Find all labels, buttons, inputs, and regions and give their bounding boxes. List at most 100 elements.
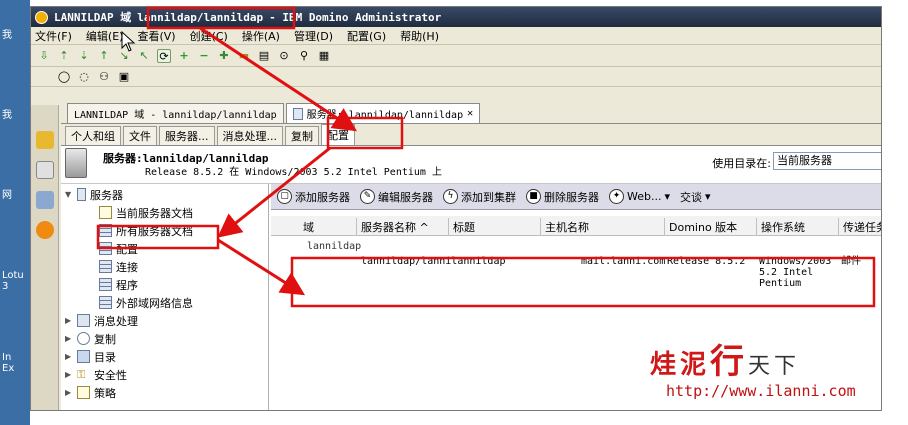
menu-admin[interactable]: 管理(D) — [294, 28, 333, 44]
tree-label: 配置 — [116, 242, 138, 256]
title-app: - IBM Domino Administrator — [269, 10, 442, 24]
tree-label: 安全性 — [94, 368, 127, 382]
column-os[interactable]: 操作系统 — [757, 218, 839, 236]
refresh-icon[interactable]: ⟳ — [157, 48, 171, 63]
watermark-logo: 烓泥行天下 — [650, 334, 800, 383]
collapse-icon[interactable]: − — [197, 49, 211, 63]
table-row[interactable]: lannildap/lannilannildap mail.lanni.com … — [301, 254, 881, 294]
document-icon — [99, 206, 112, 219]
edit-server-button[interactable]: ✎ 编辑服务器 — [360, 189, 433, 205]
replication-icon — [77, 332, 90, 345]
tree-programs[interactable]: 程序 — [99, 276, 138, 293]
binoculars-icon[interactable]: ⊙ — [277, 49, 291, 63]
tree-label: 程序 — [116, 278, 138, 292]
view-icon — [99, 242, 112, 255]
tab-people-groups[interactable]: 个人和组 — [65, 126, 121, 145]
view-icon — [99, 224, 112, 237]
properties-icon[interactable]: ▦ — [317, 49, 331, 63]
key-icon: ⚿ — [77, 368, 86, 381]
search-icon[interactable]: ⚲ — [297, 49, 311, 63]
action-label: 删除服务器 — [544, 190, 599, 204]
tree-servers[interactable]: ▼ 服务器 — [65, 186, 123, 203]
action-label: 添加服务器 — [295, 190, 350, 204]
watermark-text: 行 — [710, 342, 749, 382]
tab-domain-label: LANNILDAP 域 - lannildap/lannildap — [74, 110, 277, 121]
tree-label: 当前服务器文档 — [116, 206, 193, 220]
expanded-icon: ▼ — [65, 190, 72, 199]
tree-label: 消息处理 — [94, 314, 138, 328]
lightning-icon: ϟ — [443, 189, 458, 204]
add-server-button[interactable]: ▢ 添加服务器 — [277, 189, 350, 205]
tree-security[interactable]: ▶ ⚿ 安全性 — [65, 366, 127, 383]
column-host-name[interactable]: 主机名称 — [541, 218, 665, 236]
tab-server[interactable]: 服务器: lannildap/lannildap ✕ — [285, 103, 481, 123]
column-domino-version[interactable]: Domino 版本 — [665, 218, 757, 236]
download-icon[interactable]: ⇩ — [37, 49, 51, 63]
close-icon[interactable]: ✕ — [467, 108, 473, 119]
forward-icon[interactable]: ↘ — [117, 49, 131, 63]
cell-os: Windows/2003 5.2 Intel Pentium — [759, 256, 832, 289]
move-top-icon[interactable]: ⇡ — [57, 49, 71, 63]
menu-help[interactable]: 帮助(H) — [400, 28, 439, 44]
toolbar-secondary: ◯ ◌ ⚇ ▣ — [31, 67, 881, 87]
tree-external-domain[interactable]: 外部域网络信息 — [99, 294, 193, 311]
chat-button[interactable]: 交谈 ▾ — [680, 189, 711, 205]
menu-config[interactable]: 配置(G) — [347, 28, 386, 44]
discussion-icon[interactable]: ◌ — [77, 70, 91, 84]
menu-edit[interactable]: 编辑(E) — [86, 28, 124, 44]
move-up-icon[interactable]: ↑ — [97, 49, 111, 63]
tab-messaging[interactable]: 消息处理... — [216, 126, 283, 145]
web-button[interactable]: ✦ Web... ▾ — [609, 189, 670, 204]
directory-label: 使用目录在: — [712, 157, 771, 170]
menu-create[interactable]: 创建(C) — [190, 28, 228, 44]
document-icon[interactable] — [36, 161, 54, 179]
menu-file[interactable]: 文件(F) — [35, 28, 72, 44]
view-icon — [99, 278, 112, 291]
expand-icon[interactable]: + — [177, 49, 191, 63]
tree-connections[interactable]: 连接 — [99, 258, 138, 275]
tree-configurations[interactable]: 配置 — [99, 240, 138, 257]
column-server-name[interactable]: 服务器名称 ^ — [357, 218, 449, 236]
menu-view[interactable]: 查看(V) — [137, 28, 175, 44]
tab-domain[interactable]: LANNILDAP 域 - lannildap/lannildap — [67, 103, 284, 123]
title-domain: LANNILDAP 域 — [54, 11, 132, 24]
column-routing-tasks[interactable]: 传递任务 — [839, 218, 881, 236]
calendar-icon[interactable]: ▣ — [117, 70, 131, 84]
server-header: 服务器:lannildap/lannildap Release 8.5.2 在 … — [61, 146, 881, 184]
delete-server-button[interactable]: ■ 删除服务器 — [526, 189, 599, 205]
admin-tabs: 个人和组 文件 服务器... 消息处理... 复制 配置 — [61, 124, 881, 146]
tab-replication[interactable]: 复制 — [285, 126, 319, 145]
tree-all-server-docs[interactable]: 所有服务器文档 — [99, 222, 193, 239]
title-server: lannildap/lannildap — [137, 10, 264, 24]
tab-configuration[interactable]: 配置 — [321, 124, 355, 145]
people-icon[interactable]: ⚇ — [97, 70, 111, 84]
chat-icon[interactable]: ◯ — [57, 70, 71, 84]
column-domain[interactable]: 域 — [299, 218, 357, 236]
document-tabs: LANNILDAP 域 - lannildap/lannildap 服务器: l… — [67, 103, 481, 123]
menu-actions[interactable]: 操作(A) — [242, 28, 280, 44]
expand-all-icon[interactable]: ✚ — [217, 49, 231, 63]
database-icon[interactable] — [36, 191, 54, 209]
directory-select[interactable]: 当前服务器 — [773, 152, 881, 170]
collapsed-icon: ▶ — [65, 316, 72, 325]
desktop-label: Lotu 3 — [2, 270, 24, 292]
web-icon: ✦ — [609, 189, 624, 204]
collapse-all-icon[interactable]: ▬ — [237, 49, 251, 63]
column-title[interactable]: 标题 — [449, 218, 541, 236]
domino-icon[interactable] — [36, 221, 54, 239]
folder-icon[interactable] — [36, 131, 54, 149]
tree-directory[interactable]: ▶ 目录 — [65, 348, 116, 365]
tree-messaging[interactable]: ▶ 消息处理 — [65, 312, 138, 329]
collapsed-icon: ▶ — [65, 334, 72, 343]
add-to-cluster-button[interactable]: ϟ 添加到集群 — [443, 189, 516, 205]
tree-current-server-doc[interactable]: 当前服务器文档 — [99, 204, 193, 221]
tab-server-status[interactable]: 服务器... — [159, 126, 215, 145]
back-icon[interactable]: ↖ — [137, 49, 151, 63]
tab-files[interactable]: 文件 — [123, 126, 157, 145]
print-icon[interactable]: ▤ — [257, 49, 271, 63]
tree-policies[interactable]: ▶ 策略 — [65, 384, 116, 401]
category-row[interactable]: lannildap — [307, 241, 361, 252]
title-bar: LANNILDAP 域 lannildap/lannildap - IBM Do… — [31, 7, 881, 27]
move-down-icon[interactable]: ⇣ — [77, 49, 91, 63]
tree-replication[interactable]: ▶ 复制 — [65, 330, 116, 347]
